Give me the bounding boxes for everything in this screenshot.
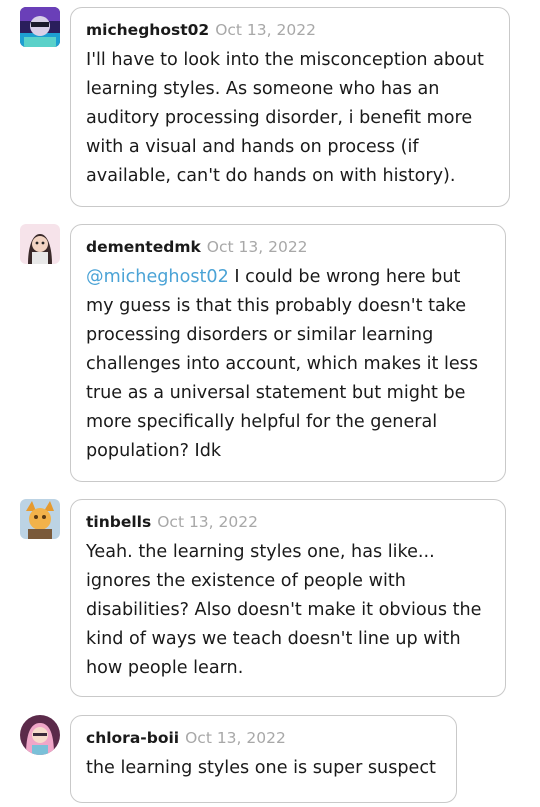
avatar-chlora-boii-icon [20, 715, 60, 755]
reply-text-line: my guess is that this probably doesn't t… [86, 296, 467, 316]
reply-text-fragment: I could be wrong here but [228, 267, 461, 287]
reply-item: dementedmk Oct 13, 2022 @micheghost02 I c… [0, 224, 540, 482]
reply-bubble: micheghost02 Oct 13, 2022 I'll have to lo… [70, 7, 510, 207]
reply-meta: micheghost02 Oct 13, 2022 [86, 18, 495, 42]
reply-text-line: challenges into account, which makes it … [86, 354, 479, 374]
reply-text-line: with a visual and hands on process (if [86, 137, 419, 157]
reply-date[interactable]: Oct 13, 2022 [215, 21, 316, 39]
reply-meta: tinbells Oct 13, 2022 [86, 510, 491, 534]
reply-bubble: chlora-boii Oct 13, 2022 the learning sty… [70, 715, 457, 803]
avatar[interactable] [20, 499, 60, 539]
reply-text-line: processing disorders or similar learning [86, 325, 434, 345]
reply-text-line: population? Idk [86, 441, 222, 461]
avatar-micheghost02-icon [20, 7, 60, 47]
reply-text-line: I'll have to look into the misconception… [86, 50, 484, 70]
reply-text-line: @micheghost02 I could be wrong here but [86, 263, 491, 292]
reply-text-line: Yeah. the learning styles one, has like.… [86, 542, 435, 562]
mention-link[interactable]: @micheghost02 [86, 267, 229, 287]
reply-text-line: ignores the existence of people with [86, 571, 406, 591]
username-link[interactable]: dementedmk [86, 238, 201, 256]
reply-item: tinbells Oct 13, 2022 Yeah. the learning … [0, 499, 540, 697]
reply-text: Yeah. the learning styles one, has like.… [86, 538, 491, 683]
reply-text-line: learning styles. As someone who has an [86, 79, 440, 99]
reply-text-line: true as a universal statement but might … [86, 383, 466, 403]
reply-text-line: available, can't do hands on with histor… [86, 166, 456, 186]
reply-date[interactable]: Oct 13, 2022 [207, 238, 308, 256]
reply-text-line: more specifically helpful for the genera… [86, 412, 438, 432]
reply-text-line: how people learn. [86, 658, 244, 678]
reply-text-line: disabilities? Also doesn't make it obvio… [86, 600, 482, 620]
reply-bubble: dementedmk Oct 13, 2022 @micheghost02 I c… [70, 224, 506, 482]
reply-meta: dementedmk Oct 13, 2022 [86, 235, 491, 259]
username-link[interactable]: tinbells [86, 513, 151, 531]
reply-item: micheghost02 Oct 13, 2022 I'll have to lo… [0, 7, 540, 207]
reply-item: chlora-boii Oct 13, 2022 the learning sty… [0, 715, 540, 803]
username-link[interactable]: micheghost02 [86, 21, 209, 39]
avatar[interactable] [20, 715, 60, 755]
reply-text: the learning styles one is super suspect [86, 754, 442, 783]
avatar[interactable] [20, 7, 60, 47]
avatar[interactable] [20, 224, 60, 264]
reply-text-line: kind of ways we teach doesn't line up wi… [86, 629, 461, 649]
username-link[interactable]: chlora-boii [86, 729, 179, 747]
reply-bubble: tinbells Oct 13, 2022 Yeah. the learning … [70, 499, 506, 697]
reply-text-line: auditory processing disorder, i benefit … [86, 108, 473, 128]
reply-date[interactable]: Oct 13, 2022 [157, 513, 258, 531]
reply-text-line: the learning styles one is super suspect [86, 758, 436, 778]
reply-date[interactable]: Oct 13, 2022 [185, 729, 286, 747]
reply-text: I'll have to look into the misconception… [86, 46, 495, 191]
avatar-tinbells-icon [20, 499, 60, 539]
reply-meta: chlora-boii Oct 13, 2022 [86, 726, 442, 750]
reply-text: @micheghost02 I could be wrong here but … [86, 263, 491, 466]
avatar-dementedmk-icon [20, 224, 60, 264]
